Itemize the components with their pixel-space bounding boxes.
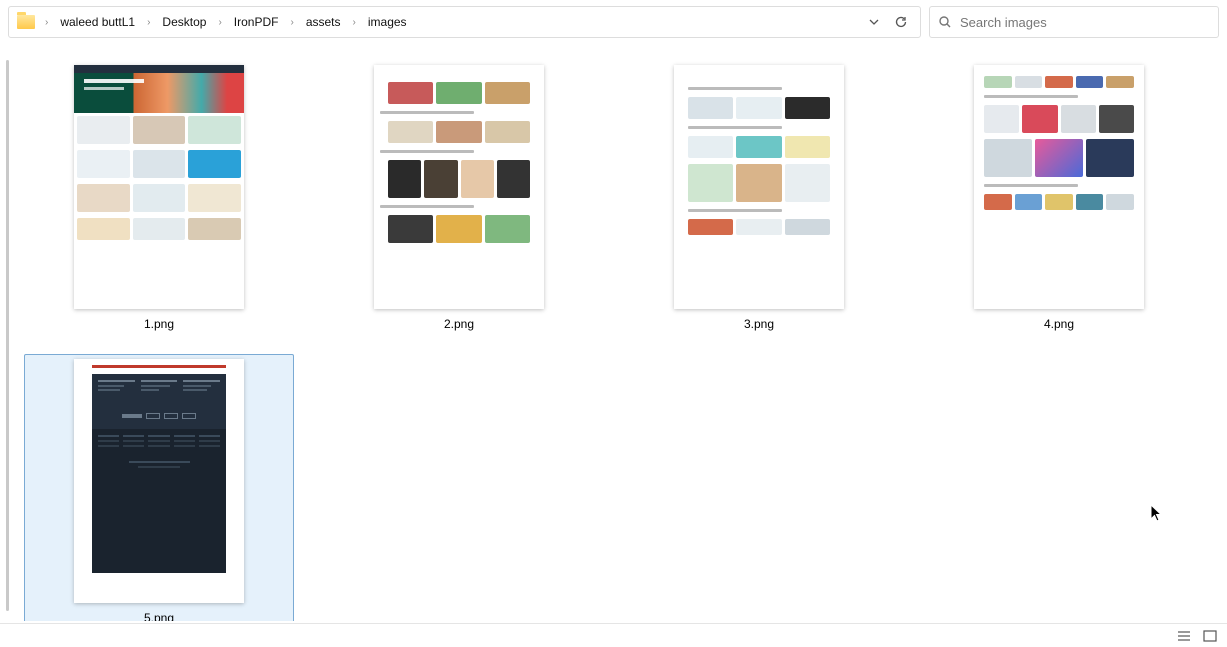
file-name: 2.png [444,317,474,331]
chevron-icon: › [351,17,358,28]
breadcrumb-segment[interactable]: IronPDF [228,11,285,33]
search-icon [938,15,952,29]
file-name: 4.png [1044,317,1074,331]
scroll-track [6,60,9,611]
search-input[interactable] [960,15,1210,30]
chevron-icon: › [43,17,50,28]
content-area: 1.png [0,50,1227,621]
chevron-icon: › [216,17,223,28]
breadcrumb-segment[interactable]: assets [300,11,347,33]
dropdown-icon[interactable] [868,16,880,28]
refresh-icon[interactable] [894,15,908,29]
file-grid[interactable]: 1.png [14,50,1227,621]
file-name: 1.png [144,317,174,331]
breadcrumb-segment[interactable]: waleed buttL1 [54,11,141,33]
file-item[interactable]: 4.png [924,60,1194,336]
file-name: 3.png [744,317,774,331]
address-bar[interactable]: › waleed buttL1 › Desktop › IronPDF › as… [8,6,921,38]
file-name: 5.png [144,611,174,621]
file-thumbnail [74,359,244,603]
breadcrumb: waleed buttL1 › Desktop › IronPDF › asse… [54,11,856,33]
chevron-icon: › [145,17,152,28]
file-thumbnail [674,65,844,309]
thumbnails-view-button[interactable] [1201,628,1219,644]
file-item[interactable]: 3.png [624,60,894,336]
toolbar: › waleed buttL1 › Desktop › IronPDF › as… [0,0,1227,44]
status-bar [0,623,1227,647]
breadcrumb-segment[interactable]: Desktop [156,11,212,33]
file-thumbnail [74,65,244,309]
search-box[interactable] [929,6,1219,38]
breadcrumb-segment[interactable]: images [362,11,413,33]
details-view-button[interactable] [1175,628,1193,644]
file-thumbnail [974,65,1144,309]
file-item[interactable]: 2.png [324,60,594,336]
file-thumbnail [374,65,544,309]
scroll-gutter[interactable] [0,50,14,621]
address-controls [860,15,916,29]
file-item[interactable]: 1.png [24,60,294,336]
file-item[interactable]: 5.png [24,354,294,621]
chevron-icon: › [288,17,295,28]
folder-icon [17,15,35,29]
